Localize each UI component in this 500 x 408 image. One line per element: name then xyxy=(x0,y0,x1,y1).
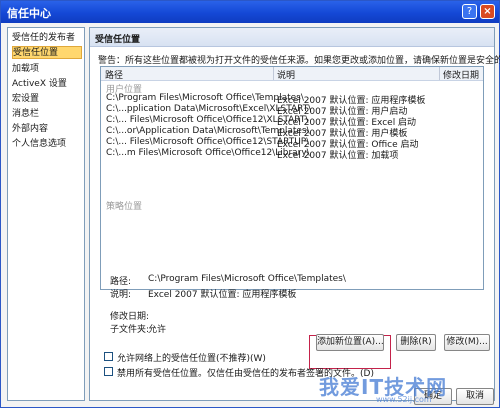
sidebar-item-trusted-publishers[interactable]: 受信任的发布者 xyxy=(12,32,82,45)
row-description: Excel 2007 默认位置: 加载项 xyxy=(277,151,399,161)
table-row[interactable]: C:\...pplication Data\Microsoft\Excel\XL… xyxy=(101,104,483,117)
column-divider[interactable] xyxy=(439,67,440,80)
cancel-button[interactable]: 取消 xyxy=(456,388,494,405)
sidebar-item-activex[interactable]: ActiveX 设置 xyxy=(12,78,82,91)
column-header-path[interactable]: 路径 xyxy=(105,68,123,81)
table-row[interactable]: C:\...or\Application Data\Microsoft\Temp… xyxy=(101,126,483,139)
close-icon[interactable]: × xyxy=(480,4,495,19)
detail-path-value: C:\Program Files\Microsoft Office\Templa… xyxy=(148,274,346,284)
panel-header: 受信任位置 xyxy=(90,28,494,47)
detail-path-label: 路径: xyxy=(110,277,132,287)
add-location-button[interactable]: 添加新位置(A)... xyxy=(316,334,384,351)
detail-subfolders-value: 允许 xyxy=(148,325,167,335)
disable-all-checkbox[interactable] xyxy=(104,367,113,376)
column-divider[interactable] xyxy=(273,67,274,80)
sidebar: 受信任的发布者 受信任位置 加载项 ActiveX 设置 宏设置 消息栏 外部内… xyxy=(7,27,85,401)
watermark-url: www.52ij.com xyxy=(376,395,432,404)
trusted-locations-panel: 受信任位置 警告：所有这些位置都被视为打开文件的受信任来源。如果您更改或添加位置… xyxy=(89,27,500,401)
allow-network-checkbox[interactable] xyxy=(104,352,113,361)
detail-description-value: Excel 2007 默认位置: 应用程序模板 xyxy=(148,290,297,300)
detail-subfolders-label: 子文件夹: xyxy=(110,325,150,335)
sidebar-item-trusted-locations[interactable]: 受信任位置 xyxy=(12,46,82,59)
table-row[interactable]: C:\... Files\Microsoft Office\Office12\S… xyxy=(101,137,483,150)
panel-title: 受信任位置 xyxy=(95,35,141,45)
sidebar-item-macro[interactable]: 宏设置 xyxy=(12,93,82,106)
title-bar: 信任中心 ? × xyxy=(1,1,499,23)
row-path: C:\Program Files\Microsoft Office\Templa… xyxy=(106,93,304,103)
detail-modified-label: 修改日期: xyxy=(110,312,150,322)
column-header-modified[interactable]: 修改日期 xyxy=(443,68,479,81)
table-row[interactable]: C:\...m Files\Microsoft Office\Office12\… xyxy=(101,148,483,161)
allow-network-label: 允许网络上的受信任位置(不推荐)(W) xyxy=(117,354,266,364)
sidebar-item-external-content[interactable]: 外部内容 xyxy=(12,123,82,136)
sidebar-item-privacy[interactable]: 个人信息选项 xyxy=(12,138,82,151)
window-title: 信任中心 xyxy=(7,7,51,20)
table-header: 路径 说明 修改日期 xyxy=(101,67,483,81)
remove-button[interactable]: 删除(R) xyxy=(396,334,436,351)
modify-button[interactable]: 修改(M)... xyxy=(444,334,490,351)
sidebar-item-addins[interactable]: 加载项 xyxy=(12,63,82,76)
table-row[interactable]: C:\Program Files\Microsoft Office\Templa… xyxy=(101,93,483,106)
column-header-description[interactable]: 说明 xyxy=(277,68,295,81)
help-icon[interactable]: ? xyxy=(462,4,477,19)
trust-center-window: 信任中心 ? × 受信任的发布者 受信任位置 加载项 ActiveX 设置 宏设… xyxy=(0,0,500,408)
table-row[interactable]: C:\... Files\Microsoft Office\Office12\X… xyxy=(101,115,483,128)
group-policy-locations: 策略位置 xyxy=(106,202,143,212)
sidebar-item-message-bar[interactable]: 消息栏 xyxy=(12,108,82,121)
detail-description-label: 说明: xyxy=(110,290,132,300)
locations-table: 路径 说明 修改日期 用户位置 C:\Program Files\Microso… xyxy=(100,66,484,290)
warning-text: 警告：所有这些位置都被视为打开文件的受信任来源。如果您更改或添加位置，请确保新位… xyxy=(98,56,500,66)
